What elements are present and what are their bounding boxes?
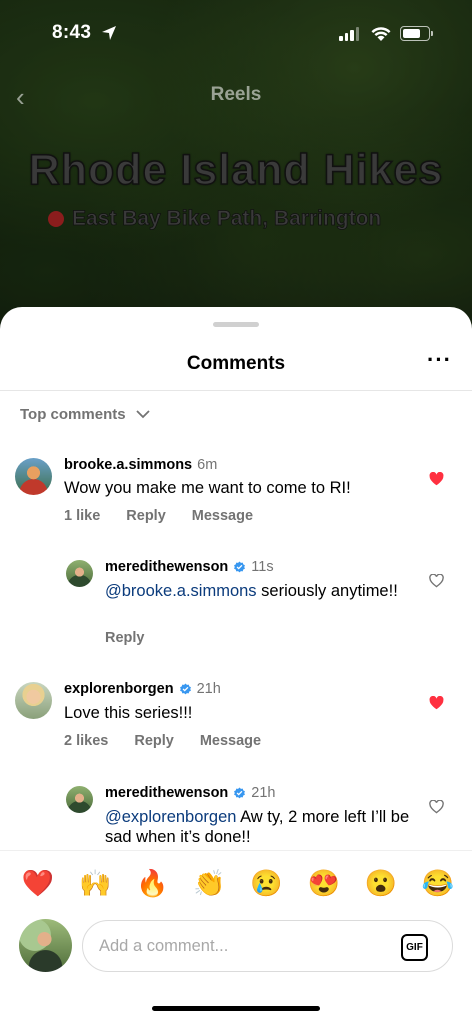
sort-dropdown[interactable]: Top comments: [20, 406, 150, 423]
comment-username[interactable]: meredithewenson: [105, 559, 228, 575]
comment-actions: 2 likes Reply Message: [64, 733, 261, 749]
comment-time: 6m: [197, 457, 218, 473]
avatar[interactable]: [66, 786, 93, 813]
reply-button[interactable]: Reply: [105, 630, 145, 646]
comment-username-row: brooke.a.simmons 6m: [64, 457, 217, 473]
emoji-heart-eyes[interactable]: 😍: [306, 865, 342, 901]
emoji-raised-hands[interactable]: 🙌: [77, 865, 113, 901]
signal-icon: [339, 27, 359, 41]
home-indicator: [152, 1006, 320, 1011]
location-arrow-icon: [102, 26, 116, 40]
gif-icon[interactable]: GIF: [401, 934, 428, 961]
comment-username[interactable]: explorenborgen: [64, 681, 174, 697]
my-avatar: [19, 919, 72, 972]
emoji-crying[interactable]: 😢: [249, 865, 285, 901]
comment-composer: GIF: [0, 919, 472, 975]
like-count[interactable]: 2 likes: [64, 733, 108, 749]
emoji-laughing[interactable]: 😂: [420, 865, 456, 901]
sheet-grabber[interactable]: [213, 322, 259, 327]
reply-button[interactable]: Reply: [134, 733, 174, 749]
sort-label: Top comments: [20, 406, 126, 423]
comment-input[interactable]: [82, 920, 453, 972]
verified-badge-icon: [234, 787, 246, 798]
comment-time: 11s: [251, 559, 274, 575]
status-time: 8:43: [52, 22, 92, 43]
message-button[interactable]: Message: [200, 733, 261, 749]
comment-username-row: explorenborgen 21h: [64, 681, 221, 697]
mention-link[interactable]: @brooke.a.simmons: [105, 582, 257, 600]
comment-username-row: meredithewenson 21h: [105, 785, 275, 801]
avatar[interactable]: [66, 560, 93, 587]
reels-header: ‹ Reels: [0, 80, 472, 112]
status-bar: 8:43: [0, 0, 472, 64]
comment-text: Love this series!!!: [64, 704, 193, 722]
header-divider: [0, 390, 472, 391]
emoji-clapping[interactable]: 👏: [191, 865, 227, 901]
comments-sheet: Comments ··· Top comments brooke.a.simmo…: [0, 307, 472, 1023]
message-button[interactable]: Message: [192, 508, 253, 524]
comment-time: 21h: [196, 681, 221, 697]
battery-icon: [400, 26, 433, 41]
more-options-icon[interactable]: ···: [427, 349, 452, 371]
verified-badge-icon: [234, 561, 246, 572]
verified-badge-icon: [179, 683, 191, 694]
comment-actions: Reply: [105, 630, 145, 646]
emoji-fire[interactable]: 🔥: [134, 865, 170, 901]
comment-username[interactable]: brooke.a.simmons: [64, 457, 192, 473]
heart-outline-icon[interactable]: [429, 800, 444, 814]
emoji-divider: [0, 850, 472, 851]
comment-text: @brooke.a.simmons seriously anytime!!: [105, 581, 405, 601]
reply-button[interactable]: Reply: [126, 508, 166, 524]
header-title: Reels: [210, 84, 262, 105]
heart-filled-icon[interactable]: [429, 696, 444, 710]
like-count[interactable]: 1 like: [64, 508, 100, 524]
sheet-title: Comments: [186, 353, 286, 374]
comment-text: Wow you make me want to come to RI!: [64, 479, 351, 497]
comment-text: @explorenborgen Aw ty, 2 more left I’ll …: [105, 807, 415, 847]
video-overlay-title: Rhode Island Hikes: [28, 145, 444, 195]
video-overlay-location: East Bay Bike Path, Barrington: [48, 207, 382, 231]
comment-actions: 1 like Reply Message: [64, 508, 253, 524]
emoji-surprised[interactable]: 😮: [363, 865, 399, 901]
heart-outline-icon[interactable]: [429, 574, 444, 588]
chevron-down-icon: [135, 410, 150, 419]
emoji-quick-bar: ❤️ 🙌 🔥 👏 😢 😍 😮 😂: [20, 865, 456, 901]
comment-username[interactable]: meredithewenson: [105, 785, 228, 801]
comment-time: 21h: [251, 785, 276, 801]
comment-username-row: meredithewenson 11s: [105, 559, 274, 575]
location-text: East Bay Bike Path, Barrington: [72, 207, 382, 231]
emoji-heart[interactable]: ❤️: [20, 865, 56, 901]
avatar[interactable]: [15, 682, 52, 719]
mention-link[interactable]: @explorenborgen: [105, 808, 236, 826]
avatar[interactable]: [15, 458, 52, 495]
gif-label: GIF: [406, 942, 423, 953]
location-pin-icon: [48, 211, 64, 227]
comment-body: seriously anytime!!: [256, 582, 398, 600]
heart-filled-icon[interactable]: [429, 472, 444, 486]
wifi-icon: [371, 27, 391, 41]
